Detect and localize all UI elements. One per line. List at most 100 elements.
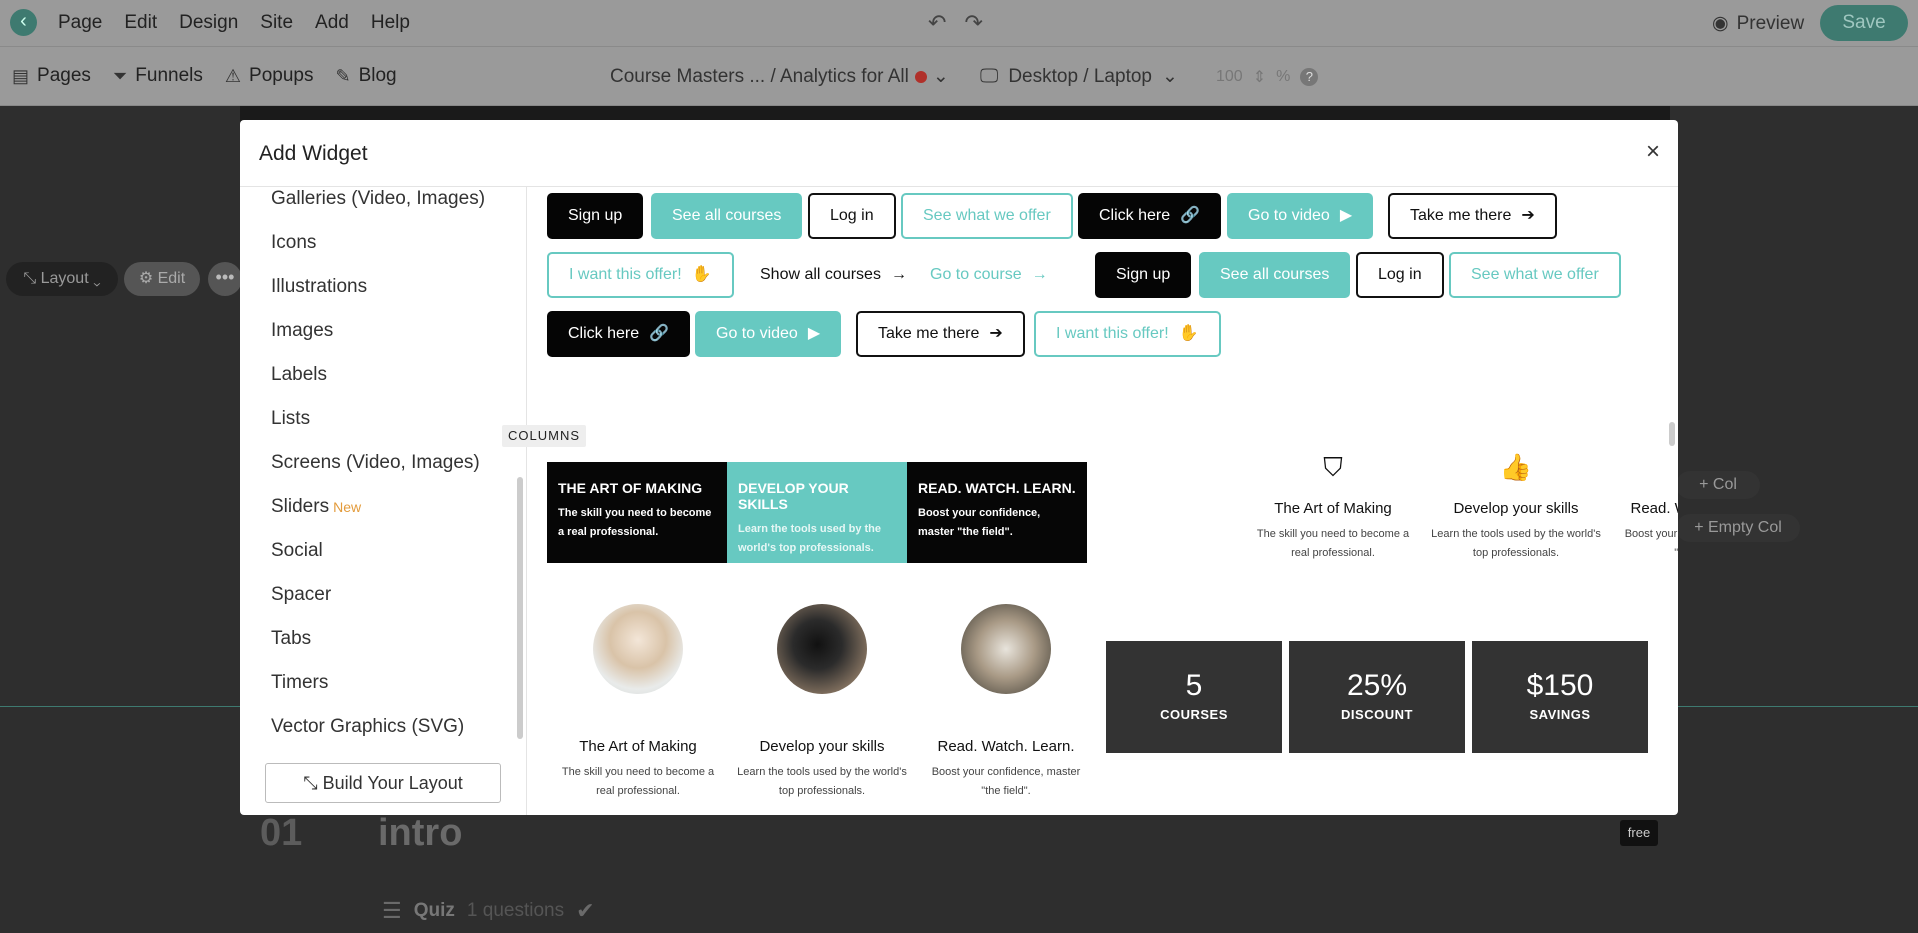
- button-widget-sign-up-2[interactable]: Sign up: [1095, 252, 1192, 298]
- button-widget-go-to-video-2[interactable]: Go to video ▶: [695, 311, 842, 357]
- status-dot: [914, 70, 927, 83]
- help-icon[interactable]: ?: [1300, 68, 1319, 86]
- button-widget-sign-up[interactable]: Sign up: [547, 193, 644, 239]
- button-widget-see-what-we-offer-2[interactable]: See what we offer: [1449, 252, 1621, 298]
- build-layout-button[interactable]: ⤡ Build Your Layout: [265, 763, 501, 803]
- menu-help[interactable]: Help: [371, 12, 410, 34]
- category-timers[interactable]: Timers: [271, 661, 485, 705]
- stat-label: SAVINGS: [1529, 707, 1591, 722]
- column-card-read-watch-learn[interactable]: READ. WATCH. LEARN. Boost your confidenc…: [907, 462, 1087, 563]
- back-button[interactable]: ‹: [10, 9, 37, 36]
- edit-button[interactable]: ⚙ Edit: [124, 262, 200, 296]
- button-widget-i-want-this-offer[interactable]: I want this offer! ✋: [547, 252, 734, 298]
- image-column-read-watch-learn[interactable]: Read. Watch. Learn. Boost your confidenc…: [921, 604, 1091, 801]
- category-sliders[interactable]: Sliders New: [271, 485, 485, 529]
- build-layout-label: Build Your Layout: [322, 773, 463, 793]
- redo-icon[interactable]: ↷: [964, 10, 982, 36]
- button-label: Show all courses: [760, 266, 881, 283]
- classroom-image: [961, 604, 1051, 694]
- nav-pages[interactable]: ▤ Pages: [12, 65, 91, 87]
- icon-column-text: Boost your confidence, master "the field…: [1624, 528, 1678, 559]
- button-widget-i-want-this-offer-2[interactable]: I want this offer! ✋: [1034, 311, 1221, 357]
- button-label: Take me there: [878, 325, 980, 342]
- button-widget-log-in[interactable]: Log in: [808, 193, 896, 239]
- preview-button[interactable]: ◉ Preview: [1712, 12, 1804, 35]
- image-column-art-of-making[interactable]: The Art of Making The skill you need to …: [553, 604, 723, 801]
- button-widget-see-what-we-offer[interactable]: See what we offer: [901, 193, 1073, 239]
- menu-page[interactable]: Page: [58, 12, 102, 34]
- nav-popups[interactable]: ⚠ Popups: [225, 65, 314, 87]
- category-labels[interactable]: Labels: [271, 353, 485, 397]
- content-scrollbar[interactable]: [1669, 422, 1675, 446]
- device-selector[interactable]: 🖵 Desktop / Laptop ⌄: [980, 65, 1178, 88]
- button-widget-click-here[interactable]: Click here 🔗: [1078, 193, 1222, 239]
- quiz-row: ☰ Quiz 1 questions ✔: [382, 898, 595, 924]
- button-widget-go-to-video[interactable]: Go to video ▶: [1227, 193, 1374, 239]
- icon-column-read-watch-learn[interactable]: ☑ Read. Watch. Learn. Boost your confide…: [1614, 452, 1678, 563]
- arrow-circle-icon: ➔: [989, 325, 1003, 342]
- woman-laptop-image: [593, 604, 683, 694]
- lesson-number: 01: [260, 812, 303, 854]
- stat-box-courses[interactable]: 5 COURSES: [1106, 641, 1282, 753]
- menu-design[interactable]: Design: [179, 12, 238, 34]
- nav-funnels[interactable]: ⏷ Funnels: [113, 65, 203, 87]
- button-widget-see-all-courses[interactable]: See all courses: [651, 193, 803, 239]
- category-images[interactable]: Images: [271, 309, 485, 353]
- sidebar-scrollbar[interactable]: [517, 477, 523, 739]
- category-svg[interactable]: Vector Graphics (SVG): [271, 705, 485, 749]
- more-button[interactable]: •••: [208, 262, 242, 296]
- preview-label: Preview: [1736, 12, 1805, 34]
- category-tabs[interactable]: Tabs: [271, 617, 485, 661]
- button-widget-take-me-there[interactable]: Take me there ➔: [1388, 193, 1557, 239]
- category-screens[interactable]: Screens (Video, Images): [271, 441, 485, 485]
- stat-label: DISCOUNT: [1341, 707, 1413, 722]
- nav-blog[interactable]: ✎ Blog: [336, 65, 397, 87]
- save-button[interactable]: Save: [1820, 5, 1908, 41]
- stepper-icon[interactable]: ⇕: [1253, 67, 1266, 87]
- column-card-text: Boost your confidence, master "the field…: [918, 507, 1041, 538]
- button-widget-go-to-course[interactable]: Go to course →: [910, 252, 1068, 298]
- stat-box-discount[interactable]: 25% DISCOUNT: [1289, 641, 1465, 753]
- close-icon[interactable]: ×: [1646, 138, 1660, 166]
- button-widget-click-here-2[interactable]: Click here 🔗: [547, 311, 691, 357]
- image-column-title: The Art of Making: [579, 738, 697, 755]
- stat-box-savings[interactable]: $150 SAVINGS: [1472, 641, 1648, 753]
- button-widget-log-in-2[interactable]: Log in: [1356, 252, 1444, 298]
- site-selector[interactable]: Course Masters ... / Analytics for All ⌄: [610, 65, 949, 88]
- button-widget-take-me-there-2[interactable]: Take me there ➔: [856, 311, 1025, 357]
- icon-column-develop-skills[interactable]: 👍 Develop your skills Learn the tools us…: [1431, 452, 1601, 563]
- column-card-art-of-making[interactable]: THE ART OF MAKING The skill you need to …: [547, 462, 727, 563]
- icon-column-art-of-making[interactable]: ⛉ The Art of Making The skill you need t…: [1248, 452, 1418, 563]
- stat-number: $150: [1526, 669, 1594, 702]
- category-galleries[interactable]: Galleries (Video, Images): [271, 187, 485, 221]
- checklist-icon: ☰: [382, 898, 402, 923]
- undo-icon[interactable]: ↶: [928, 10, 946, 36]
- zoom-input[interactable]: 100: [1216, 68, 1243, 86]
- button-widget-see-all-courses-2[interactable]: See all courses: [1199, 252, 1351, 298]
- arrow-right-icon: →: [890, 266, 907, 283]
- funnel-icon: ⏷: [112, 65, 128, 86]
- shield-icon: ⛉: [1323, 452, 1343, 482]
- category-social[interactable]: Social: [271, 529, 485, 573]
- nav-blog-label: Blog: [358, 65, 397, 86]
- category-illustrations[interactable]: Illustrations: [271, 265, 485, 309]
- zoom-unit: %: [1276, 68, 1291, 85]
- column-card-develop-skills[interactable]: DEVELOP YOUR SKILLS Learn the tools used…: [727, 462, 907, 563]
- main-menu: Page Edit Design Site Add Help: [58, 0, 410, 46]
- menu-add[interactable]: Add: [315, 12, 349, 34]
- add-empty-col-button[interactable]: + Empty Col: [1676, 514, 1800, 542]
- category-icons[interactable]: Icons: [271, 221, 485, 265]
- thumbs-up-icon: 👍: [1499, 452, 1533, 482]
- add-col-button[interactable]: + Col: [1676, 471, 1760, 499]
- button-widget-show-all-courses[interactable]: Show all courses →: [740, 252, 927, 298]
- wand-icon: ⤡: [303, 773, 323, 793]
- arrow-right-icon: →: [1031, 266, 1048, 283]
- blog-icon: ✎: [335, 65, 351, 86]
- category-spacer[interactable]: Spacer: [271, 573, 485, 617]
- image-column-develop-skills[interactable]: Develop your skills Learn the tools used…: [737, 604, 907, 801]
- menu-site[interactable]: Site: [260, 12, 293, 34]
- category-lists[interactable]: Lists: [271, 397, 485, 441]
- layout-button[interactable]: ⤡ Layout ⌄: [6, 262, 118, 296]
- sub-toolbar: ▤ Pages ⏷ Funnels ⚠ Popups ✎ Blog Course…: [0, 47, 1918, 106]
- menu-edit[interactable]: Edit: [124, 12, 157, 34]
